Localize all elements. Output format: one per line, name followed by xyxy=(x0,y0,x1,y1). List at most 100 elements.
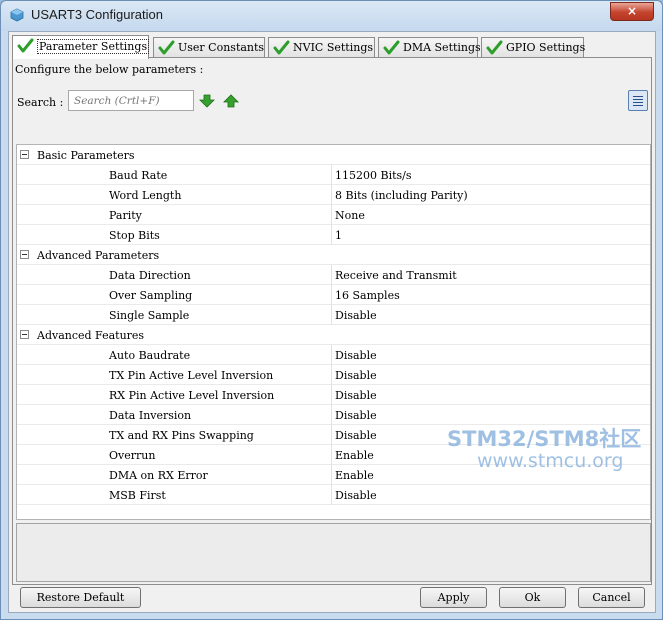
title-bar[interactable]: USART3 Configuration × xyxy=(1,1,662,31)
column-divider xyxy=(331,485,332,505)
tab-dma-settings[interactable]: DMA Settings xyxy=(378,37,481,58)
param-value[interactable]: Enable xyxy=(335,469,374,482)
watermark-url: www.stmcu.org xyxy=(477,450,624,472)
column-divider xyxy=(331,165,332,185)
window-title: USART3 Configuration xyxy=(31,7,163,22)
column-divider xyxy=(331,285,332,305)
tab-gpio-settings[interactable]: GPIO Settings xyxy=(481,37,586,58)
param-value[interactable]: Enable xyxy=(335,449,374,462)
param-name: Auto Baudrate xyxy=(109,349,191,362)
param-name: Single Sample xyxy=(109,309,190,322)
param-name: DMA on RX Error xyxy=(109,469,208,482)
group-advanced-parameters[interactable]: Advanced Parameters xyxy=(17,245,650,265)
arrow-down-icon[interactable] xyxy=(199,94,215,108)
column-divider xyxy=(331,405,332,425)
param-value[interactable]: 16 Samples xyxy=(335,289,400,302)
param-value[interactable]: Receive and Transmit xyxy=(335,269,457,282)
param-name: MSB First xyxy=(109,489,166,502)
check-icon xyxy=(158,40,175,55)
parameter-grid: Basic Parameters Baud Rate 115200 Bits/s… xyxy=(16,144,651,520)
parameter-settings-panel: Configure the below parameters : Search … xyxy=(12,57,652,585)
param-value[interactable]: Disable xyxy=(335,429,377,442)
tab-nvic-settings[interactable]: NVIC Settings xyxy=(268,37,375,58)
search-input[interactable] xyxy=(68,90,194,111)
column-divider xyxy=(331,185,332,205)
column-divider xyxy=(331,305,332,325)
tab-user-constants[interactable]: User Constants xyxy=(153,37,265,58)
ok-button[interactable]: Ok xyxy=(499,587,566,608)
table-row[interactable]: Stop Bits 1 xyxy=(17,225,650,245)
param-name: TX Pin Active Level Inversion xyxy=(109,369,274,382)
param-name: Word Length xyxy=(109,189,182,202)
param-value[interactable]: Disable xyxy=(335,309,377,322)
param-value[interactable]: 8 Bits (including Parity) xyxy=(335,189,468,202)
group-title: Advanced Features xyxy=(37,329,145,342)
arrow-up-icon[interactable] xyxy=(223,94,239,108)
configure-instructions: Configure the below parameters : xyxy=(15,63,204,76)
param-value[interactable]: Disable xyxy=(335,369,377,382)
param-name: RX Pin Active Level Inversion xyxy=(109,389,275,402)
param-name: Over Sampling xyxy=(109,289,193,302)
table-row[interactable]: Baud Rate 115200 Bits/s xyxy=(17,165,650,185)
cancel-button[interactable]: Cancel xyxy=(578,587,645,608)
group-basic-parameters[interactable]: Basic Parameters xyxy=(17,145,650,165)
param-value[interactable]: 115200 Bits/s xyxy=(335,169,412,182)
table-row[interactable]: Over Sampling 16 Samples xyxy=(17,285,650,305)
table-row[interactable]: Auto Baudrate Disable xyxy=(17,345,650,365)
param-value[interactable]: Disable xyxy=(335,489,377,502)
dialog-body: Parameter Settings User Constants NVIC S… xyxy=(8,31,656,613)
column-divider xyxy=(331,425,332,445)
group-advanced-features[interactable]: Advanced Features xyxy=(17,325,650,345)
close-button[interactable]: × xyxy=(610,2,654,21)
table-row[interactable]: RX Pin Active Level Inversion Disable xyxy=(17,385,650,405)
table-row[interactable]: Data Inversion Disable xyxy=(17,405,650,425)
param-name: Baud Rate xyxy=(109,169,168,182)
column-divider xyxy=(331,465,332,485)
group-title: Basic Parameters xyxy=(37,149,135,162)
table-row[interactable]: Parity None xyxy=(17,205,650,225)
list-view-toggle-button[interactable] xyxy=(628,90,648,111)
check-icon xyxy=(486,40,503,55)
collapse-icon[interactable] xyxy=(20,330,29,339)
column-divider xyxy=(331,225,332,245)
column-divider xyxy=(331,445,332,465)
param-value[interactable]: Disable xyxy=(335,389,377,402)
check-icon xyxy=(17,38,34,53)
app-cube-icon xyxy=(10,8,24,22)
param-name: Stop Bits xyxy=(109,229,160,242)
check-icon xyxy=(383,40,400,55)
param-name: TX and RX Pins Swapping xyxy=(109,429,254,442)
check-icon xyxy=(273,40,290,55)
tab-label: GPIO Settings xyxy=(506,41,586,54)
column-divider xyxy=(331,345,332,365)
param-name: Data Inversion xyxy=(109,409,192,422)
column-divider xyxy=(331,385,332,405)
table-row[interactable]: TX Pin Active Level Inversion Disable xyxy=(17,365,650,385)
table-row[interactable]: Data Direction Receive and Transmit xyxy=(17,265,650,285)
tab-label: NVIC Settings xyxy=(293,41,374,54)
column-divider xyxy=(331,265,332,285)
collapse-icon[interactable] xyxy=(20,250,29,259)
search-label: Search : xyxy=(17,96,64,109)
watermark: STM32/STM8社区 www.stmcu.org xyxy=(447,429,641,471)
param-name: Parity xyxy=(109,209,142,222)
column-divider xyxy=(331,365,332,385)
restore-default-button[interactable]: Restore Default xyxy=(20,587,141,608)
param-value[interactable]: 1 xyxy=(335,229,342,242)
column-divider xyxy=(331,205,332,225)
param-name: Data Direction xyxy=(109,269,191,282)
description-panel xyxy=(16,523,651,582)
collapse-icon[interactable] xyxy=(20,150,29,159)
table-row[interactable]: MSB First Disable xyxy=(17,485,650,505)
table-row[interactable]: Word Length 8 Bits (including Parity) xyxy=(17,185,650,205)
table-row[interactable]: Single Sample Disable xyxy=(17,305,650,325)
param-value[interactable]: Disable xyxy=(335,409,377,422)
tab-label: Parameter Settings xyxy=(37,39,150,54)
apply-button[interactable]: Apply xyxy=(420,587,487,608)
tab-parameter-settings[interactable]: Parameter Settings xyxy=(12,35,150,59)
param-name: Overrun xyxy=(109,449,156,462)
tab-label: User Constants xyxy=(178,41,265,54)
usart3-configuration-dialog: USART3 Configuration × Parameter Setting… xyxy=(0,0,663,620)
param-value[interactable]: Disable xyxy=(335,349,377,362)
param-value[interactable]: None xyxy=(335,209,365,222)
